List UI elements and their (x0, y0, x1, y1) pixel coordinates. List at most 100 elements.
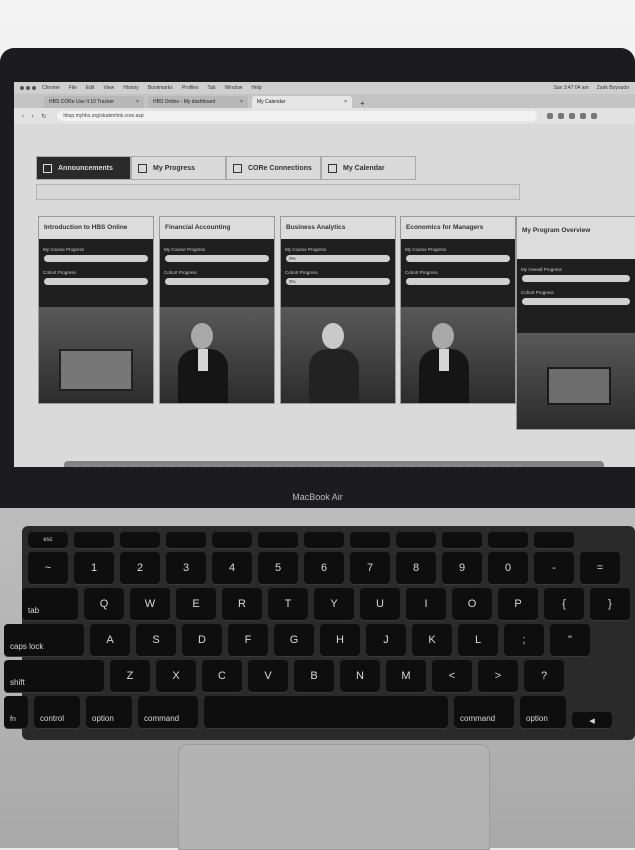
menubar-user[interactable]: Zarik Boyoudo (597, 85, 629, 91)
key[interactable]: M (386, 660, 426, 692)
key-option[interactable]: option (86, 696, 132, 728)
close-icon[interactable]: × (344, 99, 347, 105)
course-progress-bar (406, 255, 510, 262)
key[interactable]: T (268, 588, 308, 620)
key-control[interactable]: control (34, 696, 80, 728)
address-bar[interactable]: hbsp.myhbs.org/studentink.core.asp (57, 111, 538, 121)
browser-tab-active[interactable]: My Calendar × (252, 96, 352, 108)
key[interactable]: K (412, 624, 452, 656)
key[interactable]: 3 (166, 552, 206, 584)
key[interactable]: U (360, 588, 400, 620)
close-icon[interactable]: × (136, 99, 139, 105)
key[interactable]: C (202, 660, 242, 692)
announcement-bar[interactable] (36, 184, 520, 200)
course-card[interactable]: Economics for Managers My Course Progres… (400, 216, 516, 404)
key[interactable]: Q (84, 588, 124, 620)
key-option-right[interactable]: option (520, 696, 566, 728)
course-progress-label: My Course Progress (164, 247, 206, 252)
browser-tab[interactable]: HBS CORe Use It 10 Tracker × (44, 96, 144, 108)
key-shift[interactable]: shift (4, 660, 104, 692)
mac-dock[interactable] (64, 461, 604, 467)
nav-tab-announcements[interactable]: Announcements (36, 156, 131, 180)
key[interactable]: R (222, 588, 262, 620)
key-caps-lock[interactable]: caps lock (4, 624, 84, 656)
key[interactable]: W (130, 588, 170, 620)
menu-profiles[interactable]: Profiles (182, 85, 199, 91)
key[interactable]: } (590, 588, 630, 620)
menu-file[interactable]: File (69, 85, 77, 91)
key[interactable]: < (432, 660, 472, 692)
course-card[interactable]: Financial Accounting My Course Progress … (159, 216, 275, 404)
key[interactable]: O (452, 588, 492, 620)
cohort-progress-label: Cohort Progress (164, 270, 197, 275)
key[interactable]: 6 (304, 552, 344, 584)
nav-tab-label: Announcements (58, 164, 113, 172)
close-icon[interactable]: × (240, 99, 243, 105)
menu-tab[interactable]: Tab (208, 85, 216, 91)
key[interactable]: 7 (350, 552, 390, 584)
key[interactable]: N (340, 660, 380, 692)
key[interactable]: I (406, 588, 446, 620)
menubar-clock[interactable]: Sun 3:47:04 am (553, 85, 588, 91)
key[interactable]: 4 (212, 552, 252, 584)
key[interactable]: E (176, 588, 216, 620)
course-card[interactable]: Introduction to HBS Online My Course Pro… (38, 216, 154, 404)
key-command-right[interactable]: command (454, 696, 514, 728)
key[interactable]: Z (110, 660, 150, 692)
key[interactable]: H (320, 624, 360, 656)
menu-view[interactable]: View (103, 85, 114, 91)
key-command[interactable]: command (138, 696, 198, 728)
extension-icons[interactable] (547, 113, 598, 119)
nav-tab-calendar[interactable]: My Calendar (321, 156, 416, 180)
key[interactable]: ? (524, 660, 564, 692)
program-overview-card[interactable]: My Program Overview My Overall Progress … (516, 216, 635, 430)
course-card[interactable]: Business Analytics My Course Progress 0%… (280, 216, 396, 404)
key[interactable]: 2 (120, 552, 160, 584)
nav-tab-connections[interactable]: CORe Connections (226, 156, 321, 180)
trackpad[interactable] (178, 744, 490, 850)
key[interactable]: A (90, 624, 130, 656)
menu-edit[interactable]: Edit (86, 85, 95, 91)
key[interactable]: P (498, 588, 538, 620)
key[interactable]: = (580, 552, 620, 584)
key-fn[interactable]: fn (4, 696, 28, 728)
nav-tab-progress[interactable]: My Progress (131, 156, 226, 180)
browser-toolbar: ‹ › ↻ hbsp.myhbs.org/studentink.core.asp (14, 108, 635, 124)
key[interactable]: " (550, 624, 590, 656)
key[interactable]: 9 (442, 552, 482, 584)
key[interactable]: S (136, 624, 176, 656)
key[interactable]: ~ (28, 552, 68, 584)
window-controls[interactable] (20, 86, 36, 90)
key[interactable]: D (182, 624, 222, 656)
key[interactable]: 8 (396, 552, 436, 584)
menu-bookmarks[interactable]: Bookmarks (148, 85, 173, 91)
key[interactable]: G (274, 624, 314, 656)
key-esc[interactable]: esc (28, 532, 68, 548)
key[interactable]: 0 (488, 552, 528, 584)
key[interactable]: B (294, 660, 334, 692)
menu-help[interactable]: Help (251, 85, 261, 91)
new-tab-icon[interactable]: + (360, 99, 365, 108)
browser-tab[interactable]: HBS Online - My dashboard × (148, 96, 248, 108)
menu-chrome[interactable]: Chrome (42, 85, 60, 91)
nav-arrows-icon[interactable]: ‹ › ↻ (22, 113, 49, 120)
nav-tab-label: CORe Connections (248, 164, 312, 172)
key-space[interactable] (204, 696, 448, 728)
course-progress-label: My Course Progress (285, 247, 327, 252)
key[interactable]: 5 (258, 552, 298, 584)
key[interactable]: J (366, 624, 406, 656)
key[interactable]: 1 (74, 552, 114, 584)
key[interactable]: F (228, 624, 268, 656)
menu-window[interactable]: Window (225, 85, 243, 91)
arrow-left-key[interactable]: ◂ (572, 712, 612, 728)
key[interactable]: Y (314, 588, 354, 620)
key[interactable]: > (478, 660, 518, 692)
key[interactable]: { (544, 588, 584, 620)
key[interactable]: - (534, 552, 574, 584)
key[interactable]: L (458, 624, 498, 656)
key-tab[interactable]: tab (22, 588, 78, 620)
menu-history[interactable]: History (123, 85, 139, 91)
key[interactable]: V (248, 660, 288, 692)
key[interactable]: ; (504, 624, 544, 656)
key[interactable]: X (156, 660, 196, 692)
